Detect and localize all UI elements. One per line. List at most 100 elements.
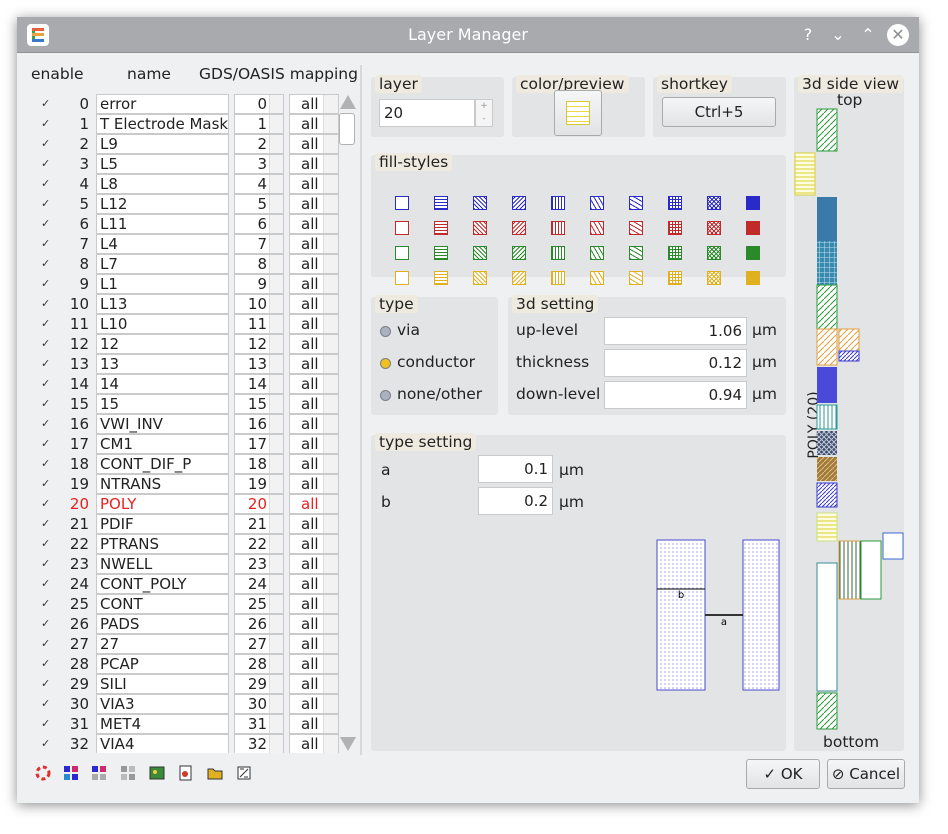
mapping-dropdown-arrow-icon[interactable] [323, 155, 338, 173]
enable-checkbox[interactable]: ✓ [41, 378, 52, 389]
enable-checkbox[interactable]: ✓ [41, 718, 52, 729]
fill-style-swatch[interactable] [707, 246, 721, 260]
gds-spinner[interactable] [269, 95, 283, 113]
radio-none-other-label[interactable]: none/other [397, 385, 482, 403]
gds-spinner[interactable] [269, 595, 283, 613]
gds-spinner[interactable] [269, 375, 283, 393]
layer-name-field[interactable]: L1 [96, 274, 229, 294]
enable-checkbox[interactable]: ✓ [41, 338, 52, 349]
enable-checkbox[interactable]: ✓ [41, 558, 52, 569]
mapping-dropdown-arrow-icon[interactable] [323, 215, 338, 233]
fill-style-swatch[interactable] [551, 246, 565, 260]
mapping-dropdown-arrow-icon[interactable] [323, 315, 338, 333]
enable-checkbox[interactable]: ✓ [41, 118, 52, 129]
enable-checkbox[interactable]: ✓ [41, 398, 52, 409]
image-icon[interactable] [149, 765, 165, 781]
mapping-dropdown-arrow-icon[interactable] [323, 695, 338, 713]
enable-checkbox[interactable]: ✓ [41, 678, 52, 689]
fill-style-swatch[interactable] [629, 221, 643, 235]
fill-style-swatch[interactable] [746, 271, 760, 285]
gds-spinner[interactable] [269, 295, 283, 313]
gds-spinner[interactable] [269, 235, 283, 253]
fill-style-swatch[interactable] [473, 221, 487, 235]
mapping-dropdown-arrow-icon[interactable] [323, 115, 338, 133]
enable-checkbox[interactable]: ✓ [41, 278, 52, 289]
fill-style-swatch[interactable] [512, 246, 526, 260]
gds-spinner[interactable] [269, 335, 283, 353]
layer-name-field[interactable]: CONT_POLY [96, 574, 229, 594]
gds-spinner[interactable] [269, 515, 283, 533]
layer-name-field[interactable]: PCAP [96, 654, 229, 674]
radio-none-other[interactable] [380, 390, 391, 401]
cancel-button[interactable]: ⊘ Cancel [827, 759, 905, 789]
layer-row[interactable]: ✓ 0 error 0 all [27, 94, 352, 114]
layer-name-field[interactable]: PADS [96, 614, 229, 634]
gds-spinner[interactable] [269, 395, 283, 413]
gds-spinner[interactable] [269, 495, 283, 513]
layer-name-field[interactable]: L5 [96, 154, 229, 174]
enable-checkbox[interactable]: ✓ [41, 458, 52, 469]
layer-row[interactable]: ✓ 9 L1 9 all [27, 274, 352, 294]
grid-icon[interactable] [120, 765, 136, 781]
mapping-dropdown-arrow-icon[interactable] [323, 575, 338, 593]
enable-checkbox[interactable]: ✓ [41, 478, 52, 489]
mapping-dropdown-arrow-icon[interactable] [323, 655, 338, 673]
splitter[interactable] [360, 65, 362, 755]
layer-name-field[interactable]: CONT_DIF_P [96, 454, 229, 474]
layer-name-field[interactable]: NWELL [96, 554, 229, 574]
layer-row[interactable]: ✓ 18 CONT_DIF_P 18 all [27, 454, 352, 474]
settings-icon[interactable] [236, 765, 252, 781]
enable-checkbox[interactable]: ✓ [41, 158, 52, 169]
gds-spinner[interactable] [269, 475, 283, 493]
layer-name-field[interactable]: L13 [96, 294, 229, 314]
layer-row[interactable]: ✓ 31 MET4 31 all [27, 714, 352, 734]
fill-style-swatch[interactable] [707, 271, 721, 285]
gds-spinner[interactable] [269, 655, 283, 673]
gds-spinner[interactable] [269, 675, 283, 693]
layer-row[interactable]: ✓ 4 L8 4 all [27, 174, 352, 194]
maximize-button[interactable]: ⌃ [857, 24, 879, 46]
enable-checkbox[interactable]: ✓ [41, 418, 52, 429]
layer-row[interactable]: ✓ 19 NTRANS 19 all [27, 474, 352, 494]
enable-checkbox[interactable]: ✓ [41, 738, 52, 749]
layer-name-field[interactable]: MET4 [96, 714, 229, 734]
fill-style-swatch[interactable] [590, 221, 604, 235]
fill-style-swatch[interactable] [629, 246, 643, 260]
layer-name-field[interactable]: VIA4 [96, 734, 229, 753]
mapping-dropdown-arrow-icon[interactable] [323, 375, 338, 393]
layer-row[interactable]: ✓ 11 L10 11 all [27, 314, 352, 334]
fill-style-swatch[interactable] [629, 196, 643, 210]
layer-name-field[interactable]: error [96, 94, 229, 114]
layer-name-field[interactable]: VWI_INV [96, 414, 229, 434]
enable-checkbox[interactable]: ✓ [41, 498, 52, 509]
fill-style-swatch[interactable] [746, 196, 760, 210]
layer-spinner[interactable]: + - [475, 99, 493, 127]
minimize-button[interactable]: ⌄ [827, 24, 849, 46]
layer-name-field[interactable]: L11 [96, 214, 229, 234]
mapping-dropdown-arrow-icon[interactable] [323, 275, 338, 293]
mapping-dropdown-arrow-icon[interactable] [323, 615, 338, 633]
gds-spinner[interactable] [269, 155, 283, 173]
fill-style-swatch[interactable] [590, 271, 604, 285]
fill-style-swatch[interactable] [590, 196, 604, 210]
layer-row[interactable]: ✓ 26 PADS 26 all [27, 614, 352, 634]
gds-spinner[interactable] [269, 175, 283, 193]
enable-checkbox[interactable]: ✓ [41, 658, 52, 669]
gds-spinner[interactable] [269, 195, 283, 213]
gds-spinner[interactable] [269, 555, 283, 573]
mapping-dropdown-arrow-icon[interactable] [323, 455, 338, 473]
fill-style-swatch[interactable] [512, 221, 526, 235]
mapping-dropdown-arrow-icon[interactable] [323, 355, 338, 373]
fill-style-swatch[interactable] [434, 221, 448, 235]
mapping-dropdown-arrow-icon[interactable] [323, 435, 338, 453]
layer-row[interactable]: ✓ 32 VIA4 32 all [27, 734, 352, 753]
gds-spinner[interactable] [269, 735, 283, 753]
enable-checkbox[interactable]: ✓ [41, 638, 52, 649]
b-input[interactable]: 0.2 [478, 487, 553, 515]
fill-style-swatch[interactable] [668, 246, 682, 260]
fill-style-swatch[interactable] [629, 271, 643, 285]
layer-row[interactable]: ✓ 13 13 13 all [27, 354, 352, 374]
gds-spinner[interactable] [269, 315, 283, 333]
gds-spinner[interactable] [269, 435, 283, 453]
layer-row[interactable]: ✓ 5 L12 5 all [27, 194, 352, 214]
